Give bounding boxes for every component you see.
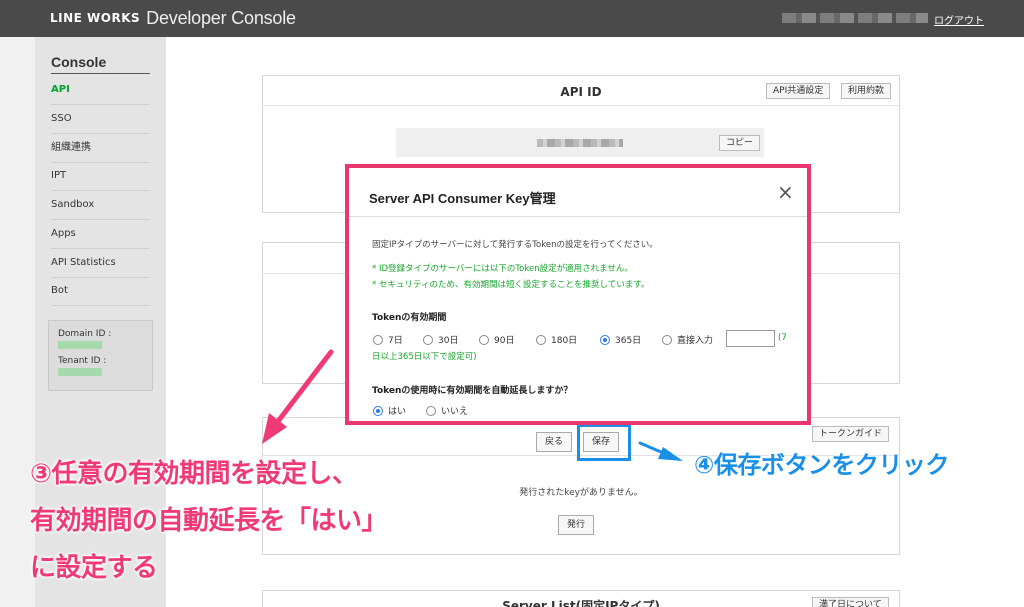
blue-arrow-icon — [638, 441, 683, 461]
annotation-step3-line2: 有効期間の自動延長を「はい」 — [30, 506, 388, 536]
annotation-step3-line3: に設定する — [30, 553, 158, 583]
pink-arrow-icon — [262, 349, 334, 444]
annotation-step3-line1: ③任意の有効期間を設定し、 — [30, 459, 358, 489]
annotation-step4: ④保存ボタンをクリック — [694, 451, 949, 479]
